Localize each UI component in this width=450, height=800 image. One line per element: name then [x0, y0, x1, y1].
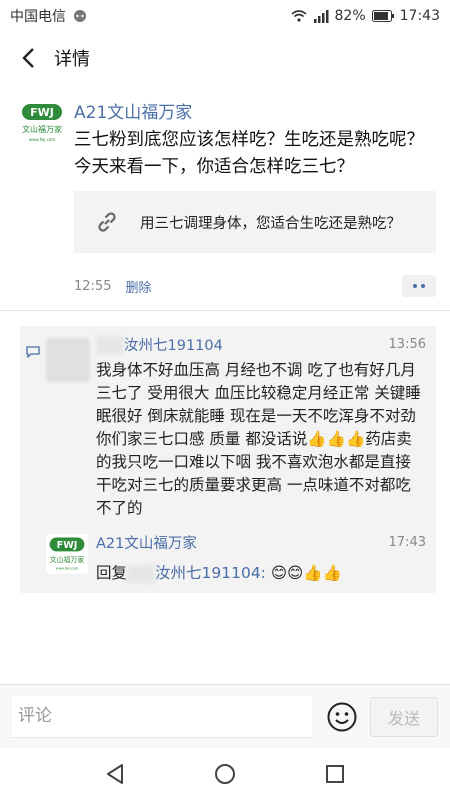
- reply-item[interactable]: FWJ 文山福万家 www.fwj.com A21文山福万家 17:43 回复 汝…: [20, 532, 426, 583]
- fwj-logo: FWJ 文山福万家 www.fwj.com: [22, 104, 62, 142]
- system-recents-button[interactable]: [315, 754, 355, 794]
- reply-text: 回复 汝州七191104: 😊😊👍👍: [96, 561, 426, 583]
- battery-label: 82%: [334, 8, 366, 24]
- svg-text:www.fwj.com: www.fwj.com: [29, 137, 55, 142]
- author-avatar[interactable]: FWJ 文山福万家 www.fwj.com: [20, 100, 64, 146]
- more-dot-icon: [413, 284, 417, 288]
- moment-post: FWJ 文山福万家 www.fwj.com A21文山福万家 三七粉到底您应该怎…: [0, 92, 450, 297]
- comment-section: 汝州七191104 13:56 我身体不好血压高 月经也不调 吃了也有好几月三七…: [20, 326, 436, 593]
- link-icon: [74, 209, 140, 235]
- post-body: A21文山福万家 三七粉到底您应该怎样吃？生吃还是熟吃呢？今天来看一下，你适合怎…: [74, 98, 436, 297]
- redacted-name: [127, 564, 156, 583]
- divider: [0, 310, 450, 311]
- carrier-label: 中国电信: [10, 9, 66, 25]
- comment-author[interactable]: 汝州七191104: [124, 334, 223, 355]
- post-author[interactable]: A21文山福万家: [74, 98, 436, 123]
- wifi-icon: [290, 10, 307, 22]
- chevron-left-icon: [22, 48, 34, 68]
- notification-icon: [74, 10, 86, 22]
- comment-text: 我身体不好血压高 月经也不调 吃了也有好几月三七了 受用很大 血压比较稳定月经正…: [96, 361, 421, 517]
- post-time: 12:55: [74, 278, 112, 294]
- status-bar: 中国电信 82% 17:43: [0, 0, 450, 32]
- comment-time: 13:56: [388, 337, 426, 352]
- commenter-avatar[interactable]: [46, 338, 90, 382]
- reply-prefix: 回复: [96, 564, 128, 582]
- send-button[interactable]: 发送: [370, 696, 438, 737]
- reply-content: 😊😊👍👍: [270, 564, 342, 582]
- redacted-name: [96, 335, 124, 354]
- battery-icon: [371, 10, 394, 22]
- square-recents-icon: [326, 765, 344, 783]
- time-label: 17:43: [399, 8, 440, 24]
- reply-header: A21文山福万家 17:43: [96, 532, 426, 553]
- delete-link[interactable]: 删除: [125, 277, 151, 296]
- smiley-icon: [327, 702, 357, 731]
- more-options-button[interactable]: [402, 275, 436, 297]
- system-home-button[interactable]: [205, 754, 245, 794]
- reply-target[interactable]: 汝州七191104:: [155, 564, 266, 582]
- status-right: 82% 17:43: [290, 8, 440, 24]
- page-title: 详情: [54, 49, 90, 70]
- comment-input-bar: 发送: [0, 684, 450, 748]
- shared-link-card[interactable]: 用三七调理身体，您适合生吃还是熟吃？: [74, 191, 436, 253]
- post-meta: 12:55 删除: [74, 275, 436, 297]
- svg-text:文山福万家: 文山福万家: [50, 555, 85, 564]
- triangle-back-icon: [107, 764, 123, 784]
- status-left: 中国电信: [10, 6, 88, 26]
- more-dot-icon: [421, 284, 425, 288]
- comment-item[interactable]: 汝州七191104 13:56 我身体不好血压高 月经也不调 吃了也有好几月三七…: [20, 334, 426, 520]
- reply-time: 17:43: [388, 535, 426, 550]
- signal-icon: [313, 10, 329, 23]
- fwj-logo: FWJ 文山福万家 www.fwj.com: [49, 537, 85, 571]
- back-button[interactable]: [14, 44, 42, 72]
- svg-text:文山福万家: 文山福万家: [22, 124, 62, 134]
- system-nav-bar: [0, 748, 450, 800]
- svg-text:FWJ: FWJ: [30, 106, 54, 119]
- comment-header: 汝州七191104 13:56: [96, 334, 426, 355]
- reply-author-avatar[interactable]: FWJ 文山福万家 www.fwj.com: [46, 534, 88, 574]
- emoji-button[interactable]: [322, 697, 362, 737]
- system-back-button[interactable]: [95, 754, 135, 794]
- reply-author[interactable]: A21文山福万家: [96, 532, 197, 553]
- svg-text:FWJ: FWJ: [57, 540, 78, 551]
- nav-bar: 详情: [0, 32, 450, 84]
- post-text: 三七粉到底您应该怎样吃？生吃还是熟吃呢？今天来看一下，你适合怎样吃三七？: [74, 130, 424, 177]
- link-title: 用三七调理身体，您适合生吃还是熟吃？: [140, 215, 401, 232]
- svg-text:www.fwj.com: www.fwj.com: [56, 567, 79, 571]
- comment-input[interactable]: [12, 695, 312, 738]
- circle-home-icon: [215, 764, 235, 784]
